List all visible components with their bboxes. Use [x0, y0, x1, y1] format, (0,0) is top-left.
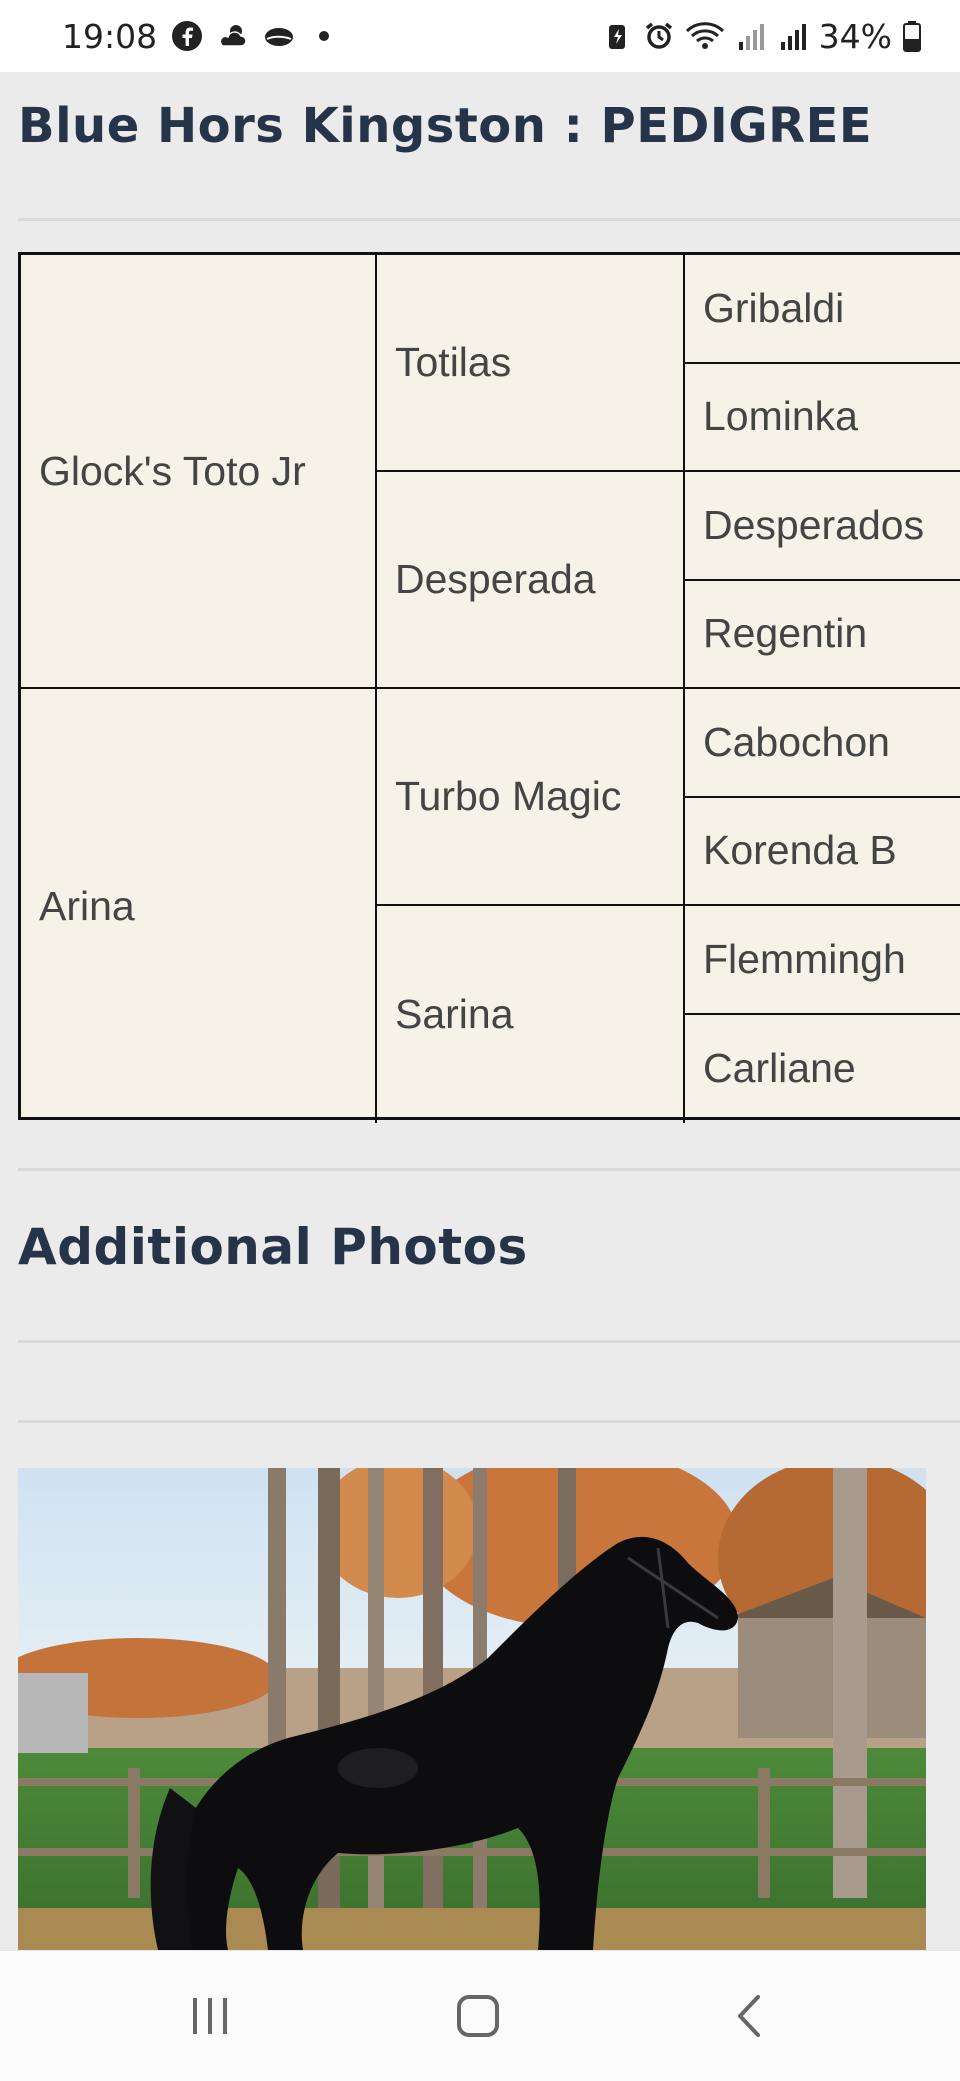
pedigree-gen3-cell: Lominka [685, 364, 960, 472]
status-time: 19:08 [62, 16, 158, 56]
navigation-bar [0, 1950, 960, 2081]
home-icon [457, 1995, 499, 2037]
battery-saver-icon [608, 25, 625, 49]
divider [18, 218, 960, 221]
pedigree-dam: Arina [21, 689, 377, 1123]
pedigree-gen3-cell: Regentin [685, 581, 960, 689]
divider [18, 1340, 960, 1343]
pedigree-table: Glock's Toto Jr Arina Totilas Desperada … [18, 252, 960, 1123]
recent-apps-button[interactable] [140, 1951, 280, 2081]
pedigree-gen3-cell: Korenda B [685, 798, 960, 906]
battery-percent: 34% [818, 16, 892, 56]
page-content[interactable]: Blue Hors Kingston : PEDIGREE Glock's To… [0, 72, 960, 1950]
battery-icon [903, 21, 921, 52]
divider [18, 1168, 960, 1171]
status-bar: 19:08 34% [0, 0, 960, 72]
black-horse-photo [18, 1468, 926, 1950]
pedigree-gen3-cell: Flemmingh [685, 906, 960, 1015]
pedigree-gen3-cell: Desperados [685, 472, 960, 581]
back-button[interactable] [680, 1951, 820, 2081]
home-button[interactable] [408, 1951, 548, 2081]
signal-icon [738, 24, 764, 50]
notification-dot [319, 31, 330, 41]
pedigree-gen3-cell: Gribaldi [685, 255, 960, 364]
horse-photo[interactable] [18, 1468, 926, 1950]
pedigree-sire: Glock's Toto Jr [21, 255, 377, 689]
cloud-icon [265, 28, 294, 46]
divider [18, 1420, 960, 1423]
pedigree-gen3-cell: Cabochon [685, 689, 960, 798]
back-icon [738, 1995, 760, 2037]
pedigree-sire-dam: Desperada [377, 472, 685, 689]
pedigree-dam-sire: Turbo Magic [377, 689, 685, 906]
recent-apps-icon [193, 1998, 227, 2034]
facebook-icon [172, 21, 203, 51]
wifi-icon [685, 22, 724, 49]
weather-icon [219, 25, 247, 47]
pedigree-dam-dam: Sarina [377, 906, 685, 1123]
status-left: 19:08 [62, 0, 330, 72]
pedigree-gen3-cell: Carliane [703, 1045, 856, 1092]
additional-photos-title: Additional Photos [18, 1218, 528, 1276]
signal-icon [780, 24, 806, 50]
page-title: Blue Hors Kingston : PEDIGREE [18, 98, 873, 154]
alarm-icon [645, 22, 672, 49]
status-right: 34% [601, 0, 922, 72]
pedigree-sire-sire: Totilas [377, 255, 685, 472]
